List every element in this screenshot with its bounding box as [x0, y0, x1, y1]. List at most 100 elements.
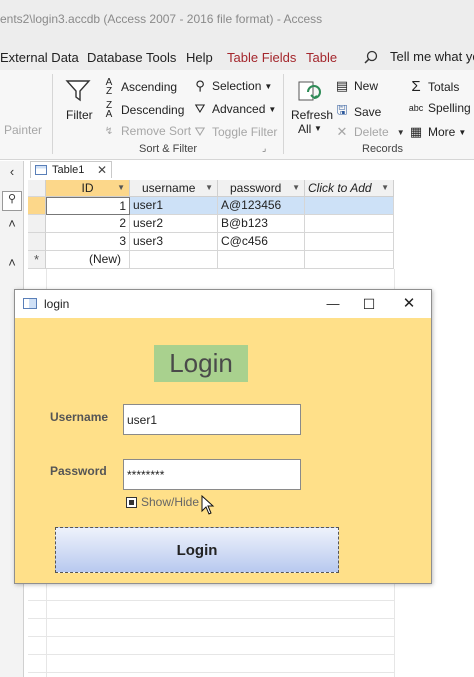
- records-group-label: Records: [362, 143, 403, 155]
- funnel-icon: [65, 80, 91, 102]
- advanced-button[interactable]: ⛛ Advanced ▼: [192, 101, 277, 117]
- login-window-titlebar[interactable]: login — ☐ ✕: [15, 290, 431, 318]
- column-header-password[interactable]: password ▼: [218, 180, 305, 197]
- save-icon: 🖫: [336, 102, 348, 117]
- more-button[interactable]: ▦ More ▼: [408, 124, 466, 140]
- chevron-down-icon: ▼: [268, 104, 277, 114]
- selection-button[interactable]: ⚲ Selection ▼: [192, 78, 272, 94]
- new-record-icon: ▤: [335, 78, 349, 93]
- close-icon[interactable]: ✕: [97, 163, 107, 177]
- row-selector[interactable]: [28, 215, 46, 233]
- descending-button[interactable]: ZA Descending: [101, 100, 185, 120]
- column-header-click-to-add[interactable]: Click to Add ▼: [305, 180, 394, 197]
- login-window-title: login: [44, 297, 70, 311]
- table-cell-add[interactable]: [305, 233, 394, 251]
- table-cell-add[interactable]: [305, 215, 394, 233]
- table-cell-id[interactable]: 2: [46, 215, 130, 233]
- row-selector[interactable]: [28, 197, 46, 215]
- dialog-launcher-icon[interactable]: ⌟: [262, 143, 266, 154]
- remove-sort-button[interactable]: ↯ Remove Sort: [101, 124, 191, 138]
- format-painter-button[interactable]: Painter: [4, 123, 42, 137]
- chevron-down-icon: ▼: [264, 81, 273, 91]
- table-cell-password[interactable]: C@c456: [218, 233, 305, 251]
- chevron-left-icon[interactable]: ‹: [2, 164, 22, 184]
- tab-table[interactable]: Table: [306, 50, 337, 65]
- tell-me-box[interactable]: Tell me what you: [364, 49, 474, 64]
- chevron-down-icon[interactable]: ▼: [205, 180, 213, 196]
- chevron-up-icon-2[interactable]: ˄: [2, 255, 22, 275]
- totals-button[interactable]: Σ Totals: [408, 78, 459, 95]
- login-button[interactable]: Login: [55, 527, 339, 573]
- select-all-corner[interactable]: [28, 180, 46, 197]
- checkbox-box[interactable]: [126, 496, 137, 508]
- sigma-icon: Σ: [411, 78, 421, 95]
- password-label: Password: [50, 464, 107, 478]
- mouse-cursor-icon: [201, 495, 215, 515]
- chevron-down-icon: ▼: [458, 127, 467, 137]
- table-icon: [35, 165, 47, 175]
- chevron-down-icon[interactable]: ▼: [292, 180, 300, 196]
- table-cell-password[interactable]: A@123456: [218, 197, 305, 215]
- refresh-all-button[interactable]: Refresh All ▼: [289, 76, 333, 140]
- spelling-icon: abc: [408, 103, 424, 113]
- app-title-bar: ents2\login3.accdb (Access 2007 - 2016 f…: [0, 0, 474, 44]
- new-record-cell[interactable]: (New): [46, 251, 130, 269]
- minimize-button[interactable]: —: [319, 294, 347, 314]
- tab-table-fields[interactable]: Table Fields: [227, 50, 296, 65]
- selection-filter-icon: ⚲: [195, 78, 205, 93]
- tab-external-data[interactable]: External Data: [0, 50, 79, 65]
- sort-filter-group-label: Sort & Filter: [139, 143, 198, 155]
- spelling-button[interactable]: abc Spelling: [408, 101, 471, 115]
- table-cell-username[interactable]: user1: [130, 197, 218, 215]
- table-cell-password[interactable]: [218, 251, 305, 269]
- new-record-button[interactable]: ▤ New: [334, 78, 378, 94]
- username-label: Username: [50, 410, 109, 424]
- username-input[interactable]: [123, 404, 301, 435]
- show-hide-checkbox[interactable]: Show/Hide: [126, 495, 199, 509]
- table-cell-add[interactable]: [305, 251, 394, 269]
- sort-descending-icon: ZA: [105, 100, 113, 120]
- ribbon-tabs: External Data Database Tools Help Table …: [0, 44, 474, 70]
- column-header-username[interactable]: username ▼: [130, 180, 218, 197]
- chevron-up-icon[interactable]: ˄: [2, 216, 22, 236]
- column-header-id[interactable]: ID ▼: [46, 180, 130, 197]
- filter-button[interactable]: Filter: [60, 76, 96, 126]
- ascending-button[interactable]: AZ Ascending: [101, 77, 177, 97]
- table-cell-add[interactable]: [305, 197, 394, 215]
- table-cell-username[interactable]: [130, 251, 218, 269]
- chevron-down-icon[interactable]: ▼: [117, 180, 125, 196]
- app-title: ents2\login3.accdb (Access 2007 - 2016 f…: [0, 12, 323, 26]
- new-row-marker[interactable]: *: [28, 251, 46, 269]
- document-tab-table1[interactable]: Table1 ✕: [30, 161, 112, 178]
- table-cell-username[interactable]: user3: [130, 233, 218, 251]
- tab-help[interactable]: Help: [186, 50, 213, 65]
- delete-icon: ✕: [336, 124, 348, 139]
- login-form-window: login — ☐ ✕ Login Username Password Show…: [14, 289, 432, 584]
- close-button[interactable]: ✕: [395, 294, 423, 314]
- filter-label: Filter: [66, 108, 93, 122]
- tab-database-tools[interactable]: Database Tools: [87, 50, 176, 65]
- search-icon: [364, 50, 378, 64]
- form-title: Login: [154, 345, 248, 382]
- table-cell-id[interactable]: 3: [46, 233, 130, 251]
- ribbon: Painter Filter AZ Ascending ZA Descendin…: [0, 70, 474, 160]
- more-icon: ▦: [409, 124, 423, 139]
- maximize-button[interactable]: ☐: [355, 294, 383, 314]
- remove-sort-icon: ↯: [104, 125, 114, 137]
- delete-button[interactable]: ✕ Delete ▼: [334, 124, 405, 140]
- chevron-down-icon[interactable]: ▼: [381, 180, 389, 196]
- table-cell-id[interactable]: 1: [46, 197, 130, 215]
- table-cell-username[interactable]: user2: [130, 215, 218, 233]
- form-icon: [23, 298, 37, 309]
- save-button[interactable]: 🖫 Save: [334, 101, 381, 123]
- toggle-filter-button[interactable]: ⛛ Toggle Filter: [192, 124, 278, 140]
- refresh-icon: [298, 81, 321, 101]
- chevron-down-icon: ▼: [314, 124, 322, 133]
- tell-me-text: Tell me what you: [390, 49, 474, 64]
- search-icon[interactable]: ⚲: [2, 191, 22, 211]
- row-selector[interactable]: [28, 233, 46, 251]
- sort-ascending-icon: AZ: [105, 77, 113, 97]
- table-cell-password[interactable]: B@b123: [218, 215, 305, 233]
- chevron-down-icon: ▼: [396, 127, 405, 137]
- password-input[interactable]: [123, 459, 301, 490]
